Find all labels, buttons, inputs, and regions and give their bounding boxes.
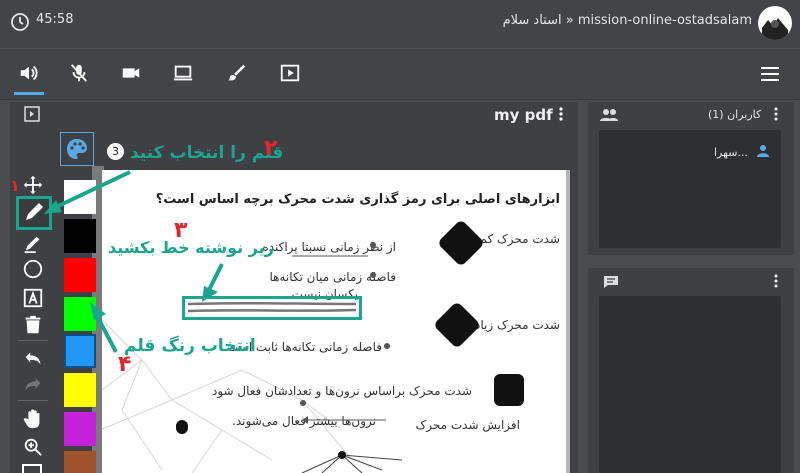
annotation-number-1: ۱ — [10, 176, 20, 195]
drawn-underline — [187, 301, 357, 313]
swatch-purple[interactable] — [64, 412, 96, 446]
pdf-text-l4: شدت محرک براساس نرون‌ها و تعدادشان فعال … — [211, 384, 472, 398]
page-badge: 3 — [107, 143, 124, 160]
users-kebab-icon[interactable] — [772, 106, 780, 122]
arrow-line — [302, 416, 386, 424]
divider — [18, 400, 48, 401]
annotation-number-4: ۴ — [118, 352, 132, 377]
bullet — [384, 343, 390, 349]
page-edge — [566, 170, 570, 473]
divider — [18, 340, 48, 341]
arrow-line — [292, 255, 368, 257]
stimulus-neuron-shape — [494, 374, 524, 406]
circle-icon[interactable] — [22, 258, 44, 280]
bullet — [370, 272, 376, 278]
bullet — [300, 400, 306, 406]
highlighter-icon[interactable] — [22, 232, 44, 254]
screen-share-icon[interactable] — [172, 62, 194, 84]
users-list — [599, 130, 781, 248]
annotation-arrow-underline — [202, 263, 224, 302]
kebab-menu-icon[interactable] — [556, 106, 566, 122]
palette-icon — [67, 139, 87, 159]
text-icon[interactable] — [22, 287, 44, 309]
zoom-icon[interactable] — [22, 436, 44, 458]
session-title: استاد سلام » mission-online-ostadsalam — [502, 13, 752, 28]
user-icon — [757, 145, 769, 157]
swatch-yellow[interactable] — [64, 373, 96, 407]
pdf-text-l5a: افزایش شدت محرک — [415, 418, 520, 432]
chat-kebab-icon[interactable] — [772, 273, 780, 289]
session-timer: 45:58 — [36, 12, 74, 27]
mic-off-icon[interactable] — [68, 62, 90, 84]
annotation-arrow-pen — [44, 170, 131, 214]
annotation-select-color: انتخاب رنگ قلم — [124, 336, 256, 356]
swatch-red[interactable] — [64, 258, 96, 292]
active-tab-indicator — [14, 92, 44, 95]
annotation-underline-text: زیر نوشته خط بکشید — [108, 238, 274, 257]
redo-icon[interactable] — [22, 374, 44, 396]
color-palette-button[interactable] — [60, 132, 94, 166]
users-panel-title: کاربران (1) — [708, 108, 762, 121]
bullet — [370, 242, 376, 248]
minimize-presentation-icon[interactable] — [24, 106, 40, 122]
annotation-arrow-color — [90, 302, 118, 353]
trash-icon[interactable] — [22, 314, 44, 336]
swatch-brown[interactable] — [64, 451, 96, 473]
annotation-select-pen: قلم را انتخاب کنید — [130, 143, 284, 163]
brush-icon[interactable] — [225, 62, 247, 84]
clock-icon — [11, 13, 29, 31]
users-icon — [600, 109, 618, 121]
chat-area — [599, 296, 781, 473]
swatch-black[interactable] — [64, 219, 96, 253]
pdf-page: ابزارهای اصلی برای رمز گذاری شدت محرک بر… — [102, 170, 568, 473]
pdf-heading: ابزارهای اصلی برای رمز گذاری شدت محرک بر… — [155, 192, 560, 207]
chat-icon — [604, 276, 618, 288]
speaker-icon[interactable] — [18, 62, 40, 84]
undo-icon[interactable] — [22, 348, 44, 370]
neuron-node — [176, 422, 188, 434]
annotation-number-2: ۲ — [264, 136, 278, 161]
pdf-text-l2a: فاصله زمانی میان تکانه‌ها — [269, 270, 396, 284]
menu-icon[interactable] — [760, 66, 780, 82]
presentation-title: my pdf — [494, 106, 553, 124]
fit-screen-icon[interactable] — [22, 464, 42, 473]
camera-icon[interactable] — [120, 62, 142, 84]
play-icon[interactable] — [279, 62, 301, 84]
avatar[interactable] — [758, 6, 792, 40]
user-name[interactable]: سهرا... — [714, 146, 748, 159]
hand-icon[interactable] — [22, 408, 44, 430]
